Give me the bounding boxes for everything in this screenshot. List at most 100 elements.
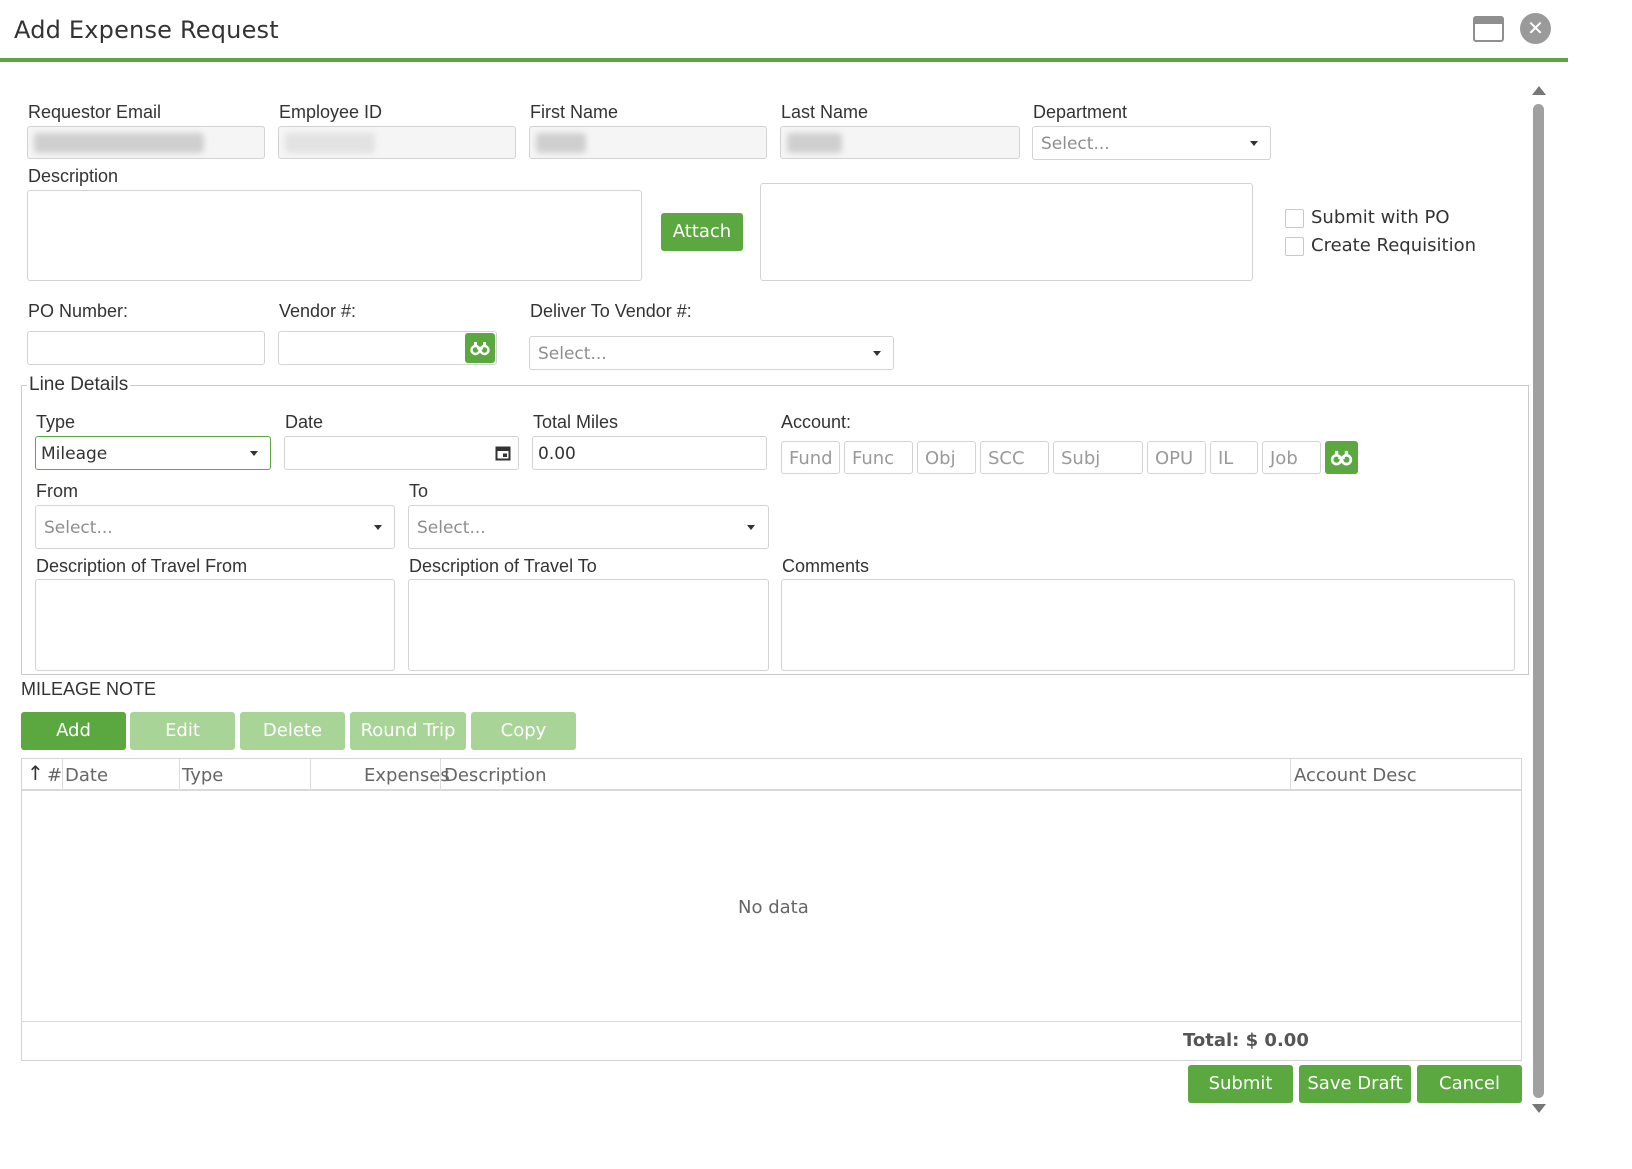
chevron-down-icon <box>250 451 258 456</box>
total-miles-input[interactable]: 0.00 <box>532 436 767 470</box>
to-placeholder: Select... <box>417 518 486 538</box>
column-divider <box>1290 759 1291 791</box>
submit-button[interactable]: Submit <box>1188 1065 1293 1103</box>
from-placeholder: Select... <box>44 518 113 538</box>
attachments-box[interactable] <box>760 183 1253 281</box>
scrollbar-thumb[interactable] <box>1533 104 1544 1098</box>
column-header-date[interactable]: Date <box>65 765 108 786</box>
first-name-label: First Name <box>530 102 619 122</box>
deliver-to-vendor-label: Deliver To Vendor #: <box>530 301 692 321</box>
last-name-field[interactable] <box>780 126 1020 159</box>
column-divider <box>179 759 180 791</box>
edit-line-button[interactable]: Edit <box>130 712 235 750</box>
account-obj-placeholder: Obj <box>925 448 956 469</box>
to-select[interactable]: Select... <box>408 505 769 549</box>
comments-label: Comments <box>782 556 870 576</box>
attach-button[interactable]: Attach <box>661 213 743 251</box>
round-trip-button[interactable]: Round Trip <box>350 712 466 750</box>
date-label: Date <box>285 412 324 432</box>
date-input[interactable] <box>284 436 519 470</box>
grid-total: Total: $ 0.00 <box>1183 1030 1309 1051</box>
binoculars-icon <box>470 342 490 356</box>
account-il-placeholder: IL <box>1218 448 1234 469</box>
department-placeholder: Select... <box>1041 134 1110 154</box>
calendar-icon[interactable] <box>495 445 511 461</box>
vendor-search-button[interactable] <box>465 333 495 363</box>
account-label: Account: <box>781 412 852 432</box>
deliver-to-placeholder: Select... <box>538 344 607 364</box>
column-header-description[interactable]: Description <box>444 765 547 786</box>
to-label: To <box>409 481 429 501</box>
account-subj-input[interactable]: Subj <box>1053 441 1143 474</box>
delete-line-button[interactable]: Delete <box>240 712 345 750</box>
submit-with-po-checkbox[interactable] <box>1285 209 1304 228</box>
from-select[interactable]: Select... <box>35 505 395 549</box>
first-name-field[interactable] <box>529 126 767 159</box>
po-number-label: PO Number: <box>28 301 129 321</box>
account-il-input[interactable]: IL <box>1210 441 1258 474</box>
po-number-input[interactable] <box>27 331 265 365</box>
account-func-placeholder: Func <box>852 448 895 469</box>
account-obj-input[interactable]: Obj <box>917 441 976 474</box>
window-maximize-icon[interactable] <box>1473 16 1504 42</box>
travel-from-textarea[interactable] <box>35 579 395 671</box>
travel-to-label: Description of Travel To <box>409 556 597 576</box>
copy-line-button[interactable]: Copy <box>471 712 576 750</box>
binoculars-icon <box>1330 450 1353 466</box>
column-header-type[interactable]: Type <box>182 765 223 786</box>
department-select[interactable]: Select... <box>1032 126 1271 160</box>
mileage-note: MILEAGE NOTE <box>21 679 157 699</box>
department-label: Department <box>1033 102 1128 122</box>
sort-arrow-icon[interactable]: ↑ <box>27 761 44 785</box>
account-subj-placeholder: Subj <box>1061 448 1101 469</box>
column-divider <box>62 759 63 791</box>
vendor-label: Vendor #: <box>279 301 357 321</box>
travel-to-textarea[interactable] <box>408 579 769 671</box>
line-details-legend: Line Details <box>27 374 131 396</box>
account-opu-placeholder: OPU <box>1155 448 1194 469</box>
add-line-button[interactable]: Add <box>21 712 126 750</box>
grid-footer-divider <box>22 1021 1521 1022</box>
account-search-button[interactable] <box>1325 441 1358 474</box>
account-fund-input[interactable]: Fund <box>781 441 840 474</box>
chevron-down-icon <box>1250 141 1258 146</box>
last-name-label: Last Name <box>781 102 869 122</box>
total-miles-value: 0.00 <box>538 444 576 464</box>
chevron-down-icon <box>747 525 755 530</box>
type-select[interactable]: Mileage <box>35 436 271 470</box>
travel-from-label: Description of Travel From <box>36 556 248 576</box>
cancel-button[interactable]: Cancel <box>1417 1065 1522 1103</box>
account-func-input[interactable]: Func <box>844 441 913 474</box>
requestor-email-field[interactable] <box>27 126 265 159</box>
chevron-down-icon <box>374 525 382 530</box>
type-label: Type <box>36 412 76 432</box>
close-circle-icon[interactable]: ✕ <box>1520 13 1551 44</box>
account-scc-input[interactable]: SCC <box>980 441 1049 474</box>
column-header-account-desc[interactable]: Account Desc <box>1294 765 1417 786</box>
dialog-title: Add Expense Request <box>14 16 279 44</box>
create-requisition-label: Create Requisition <box>1311 235 1476 256</box>
scroll-down-icon[interactable] <box>1532 1104 1546 1113</box>
account-job-input[interactable]: Job <box>1262 441 1321 474</box>
chevron-down-icon <box>873 351 881 356</box>
deliver-to-vendor-select[interactable]: Select... <box>529 336 894 370</box>
grid-empty-message: No data <box>738 897 809 918</box>
column-divider <box>440 759 441 791</box>
employee-id-field[interactable] <box>278 126 516 159</box>
column-header-number[interactable]: # <box>47 765 62 786</box>
title-divider <box>0 58 1568 62</box>
comments-textarea[interactable] <box>781 579 1515 671</box>
account-scc-placeholder: SCC <box>988 448 1025 469</box>
account-opu-input[interactable]: OPU <box>1147 441 1206 474</box>
save-draft-button[interactable]: Save Draft <box>1299 1065 1411 1103</box>
scroll-up-icon[interactable] <box>1532 86 1546 95</box>
total-miles-label: Total Miles <box>533 412 619 432</box>
employee-id-label: Employee ID <box>279 102 383 122</box>
description-textarea[interactable] <box>27 190 642 281</box>
create-requisition-checkbox[interactable] <box>1285 237 1304 256</box>
type-value: Mileage <box>41 444 108 464</box>
requestor-email-label: Requestor Email <box>28 102 162 122</box>
account-fund-placeholder: Fund <box>789 448 833 469</box>
account-job-placeholder: Job <box>1270 448 1298 469</box>
column-header-expenses[interactable]: Expenses <box>364 765 450 786</box>
